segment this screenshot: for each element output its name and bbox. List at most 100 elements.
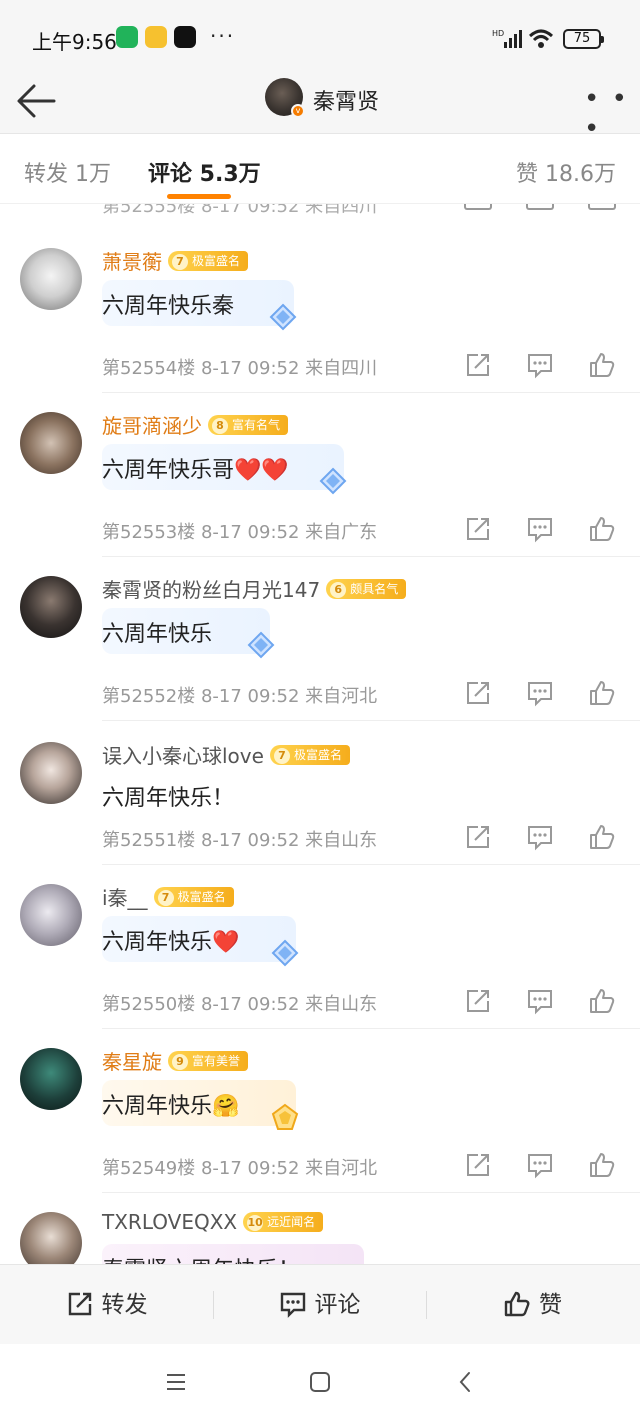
fan-badge[interactable]: 7 极富盛名 <box>269 744 350 765</box>
avatar[interactable] <box>20 742 82 804</box>
bottom-action-bar: 转发 评论 赞 <box>0 1264 640 1344</box>
comment-icon[interactable] <box>526 987 554 1015</box>
verified-icon: v <box>291 104 305 118</box>
divider <box>102 864 640 865</box>
comment-text: 六周年快乐❤️ <box>102 930 240 955</box>
avatar[interactable] <box>20 884 82 946</box>
username[interactable]: 秦霄贤的粉丝白月光147 <box>102 578 320 602</box>
divider <box>102 556 640 557</box>
comment-list[interactable]: 第52555楼 8-17 09:52 来自四川 萧景蘅 7 极富盛名 六周年快乐秦 … <box>0 204 640 1264</box>
fan-badge[interactable]: 6 颇具名气 <box>326 578 407 599</box>
avatar[interactable] <box>20 1048 82 1110</box>
avatar[interactable] <box>20 412 82 474</box>
comment-icon[interactable] <box>526 204 554 210</box>
share-icon[interactable] <box>464 679 492 707</box>
comment-button[interactable]: 评论 <box>213 1265 426 1345</box>
fan-badge[interactable]: 9 富有美誉 <box>168 1050 249 1071</box>
divider <box>102 720 640 721</box>
gold-gem-icon <box>271 1103 299 1130</box>
tab-likes[interactable]: 赞 18.6万 <box>516 156 616 188</box>
like-icon[interactable] <box>588 351 616 379</box>
system-nav-bar <box>0 1344 640 1422</box>
like-button[interactable]: 赞 <box>426 1265 639 1345</box>
share-icon[interactable] <box>464 204 492 210</box>
tab-bar: 转发 1万 评论 5.3万 赞 18.6万 <box>0 134 640 204</box>
repost-label: 转发 <box>101 1292 148 1318</box>
fan-badge[interactable]: 10 远近闻名 <box>243 1212 324 1232</box>
app-icon-video <box>116 26 138 48</box>
like-icon[interactable] <box>588 515 616 543</box>
diamond-icon <box>269 303 297 331</box>
repost-button[interactable]: 转发 <box>0 1265 213 1345</box>
divider <box>102 392 640 393</box>
wifi-icon <box>528 29 554 48</box>
username[interactable]: 秦星旋 <box>102 1050 162 1074</box>
share-icon[interactable] <box>464 515 492 543</box>
signal-icon: HD <box>492 29 522 48</box>
comment-icon[interactable] <box>526 823 554 851</box>
diamond-icon <box>247 631 275 659</box>
comment-icon[interactable] <box>526 351 554 379</box>
comment-icon[interactable] <box>526 679 554 707</box>
divider <box>102 1192 640 1193</box>
avatar[interactable] <box>20 1212 82 1264</box>
like-icon[interactable] <box>588 204 616 210</box>
like-icon[interactable] <box>588 823 616 851</box>
comment-text: 六周年快乐 <box>102 622 213 647</box>
comment-meta: 第52550楼 8-17 09:52 来自山东 <box>102 994 378 1015</box>
fan-badge[interactable]: 7 极富盛名 <box>168 250 249 271</box>
share-icon <box>68 1292 91 1315</box>
username[interactable]: i秦__ <box>102 886 148 910</box>
comment-text: 六周年快乐秦 <box>102 294 235 319</box>
comment-text: 六周年快乐哥❤️❤️ <box>102 458 289 483</box>
comment-text: 秦霄贤六周年快乐！ <box>102 1252 300 1264</box>
menu-icon[interactable] <box>164 1370 188 1394</box>
comment-meta: 第52552楼 8-17 09:52 来自河北 <box>102 686 378 707</box>
comment-meta: 第52553楼 8-17 09:52 来自广东 <box>102 522 378 543</box>
share-icon[interactable] <box>464 351 492 379</box>
avatar[interactable] <box>20 576 82 638</box>
like-icon[interactable] <box>588 679 616 707</box>
status-time: 上午9:56 <box>32 30 117 54</box>
comment-meta: 第52554楼 8-17 09:52 来自四川 <box>102 358 378 379</box>
username[interactable]: 萧景蘅 <box>102 250 162 274</box>
like-icon[interactable] <box>588 987 616 1015</box>
status-more-icon: ··· <box>210 24 236 48</box>
share-icon[interactable] <box>464 823 492 851</box>
status-bar: 上午9:56 ··· HD 75 <box>0 0 640 74</box>
comment-text: 六周年快乐！ <box>102 786 235 811</box>
fan-badge[interactable]: 7 极富盛名 <box>153 886 234 907</box>
avatar[interactable] <box>20 248 82 310</box>
comment-meta: 第52549楼 8-17 09:52 来自河北 <box>102 1158 378 1179</box>
username[interactable]: 误入小秦心球love <box>102 744 264 768</box>
like-label: 赞 <box>539 1292 562 1318</box>
battery-indicator: 75 <box>563 29 604 49</box>
fan-badge[interactable]: 8 富有名气 <box>208 414 289 435</box>
page-title[interactable]: 秦霄贤 <box>313 84 379 116</box>
divider <box>102 1028 640 1029</box>
diamond-icon <box>271 939 299 967</box>
comment-text: 六周年快乐🤗 <box>102 1094 240 1119</box>
home-icon[interactable] <box>308 1370 332 1394</box>
like-icon <box>504 1291 530 1316</box>
diamond-icon <box>319 467 347 495</box>
username[interactable]: TXRLOVEQXX <box>102 1210 237 1234</box>
back-nav-icon[interactable] <box>454 1370 478 1394</box>
tab-reposts[interactable]: 转发 1万 <box>24 156 111 188</box>
share-icon[interactable] <box>464 987 492 1015</box>
username[interactable]: 旋哥滴涵少 <box>102 414 202 438</box>
active-tab-indicator <box>167 194 231 199</box>
arrow-left-icon[interactable] <box>16 80 58 122</box>
tab-comments[interactable]: 评论 5.3万 <box>148 156 261 188</box>
title-bar: v 秦霄贤 • • • <box>0 74 640 144</box>
like-icon[interactable] <box>588 1151 616 1179</box>
comment-icon[interactable] <box>526 1151 554 1179</box>
svg-text:HD: HD <box>492 29 504 38</box>
weibo-icon <box>145 26 167 48</box>
comment-icon <box>280 1292 305 1318</box>
tiktok-icon <box>174 26 196 48</box>
comment-meta: 第52551楼 8-17 09:52 来自山东 <box>102 830 378 851</box>
share-icon[interactable] <box>464 1151 492 1179</box>
comment-label: 评论 <box>314 1292 361 1318</box>
comment-icon[interactable] <box>526 515 554 543</box>
